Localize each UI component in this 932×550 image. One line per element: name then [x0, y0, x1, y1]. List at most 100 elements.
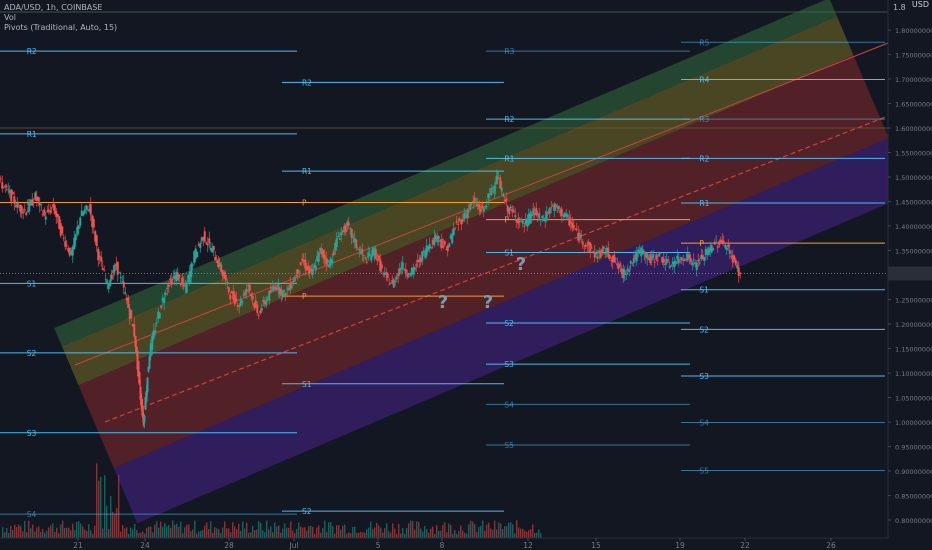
price-tick-label: 1.50000000	[895, 174, 932, 182]
volume-bar	[32, 524, 34, 538]
volume-bar	[416, 521, 418, 538]
candle-body	[586, 245, 589, 247]
candle-body	[470, 203, 473, 205]
volume-bar	[342, 525, 344, 538]
candle-body	[83, 209, 86, 214]
volume-indicator-label[interactable]: Vol	[4, 13, 117, 23]
volume-bar	[234, 526, 236, 538]
volume-bar	[280, 532, 282, 538]
candle-body	[538, 213, 541, 219]
candle-body	[5, 186, 8, 188]
volume-bar	[454, 529, 456, 538]
volume-bar	[38, 526, 40, 538]
volume-bar	[300, 526, 302, 538]
volume-bar	[252, 525, 254, 538]
candle-body	[155, 322, 158, 324]
candle-body	[49, 210, 52, 213]
volume-bar	[474, 524, 476, 538]
volume-bar	[294, 533, 296, 538]
candle-body	[698, 262, 701, 264]
candle-body	[664, 263, 667, 265]
volume-bar	[124, 528, 126, 538]
candle-body	[199, 243, 202, 249]
volume-bar	[412, 520, 414, 538]
pivots-indicator-label[interactable]: Pivots (Traditional, Auto, 15)	[4, 23, 117, 33]
candle-body	[508, 208, 511, 214]
candle-body	[283, 290, 286, 292]
candle-body	[625, 274, 628, 276]
price-tick-label: 1.60000000	[895, 125, 932, 133]
candle-body	[100, 256, 103, 262]
candle-body	[335, 238, 338, 247]
volume-bar	[318, 525, 320, 538]
volume-bar	[362, 532, 364, 538]
volume-bar	[510, 522, 512, 538]
candle-body	[388, 284, 391, 286]
volume-bar	[216, 528, 218, 538]
candle-body	[499, 177, 502, 189]
price-chart[interactable]: R2 R1 P S1 S2 S3 S4 R2 R1 P P S1 S2 R3 R2 R1 P S1 S2 S3 S4 S5…	[0, 0, 932, 550]
volume-bar	[496, 529, 498, 538]
volume-bar	[50, 525, 52, 538]
candle-body	[674, 261, 677, 264]
pivot-label-s2: S2	[504, 319, 514, 328]
price-tick-label: 1.55000000	[895, 150, 932, 158]
volume-bar	[10, 525, 12, 538]
volume-bar	[60, 524, 62, 538]
candle-body	[37, 196, 40, 202]
candle-body	[235, 297, 238, 302]
candle-body	[581, 241, 584, 245]
candle-body	[500, 187, 503, 192]
volume-bar	[52, 523, 54, 538]
candle-body	[178, 274, 181, 278]
volume-bar	[420, 528, 422, 538]
candle-body	[380, 264, 383, 269]
price-tick-label: 0.85000000	[895, 493, 932, 501]
volume-bar	[460, 525, 462, 538]
volume-bar	[376, 523, 378, 538]
candle-body	[608, 255, 611, 259]
volume-bar	[170, 527, 172, 538]
candle-body	[7, 189, 10, 191]
symbol-title[interactable]: ADA/USD, 1h, COINBASE	[4, 3, 117, 13]
volume-bar	[302, 527, 304, 538]
candle-body	[160, 305, 163, 309]
volume-bar	[288, 527, 290, 538]
volume-bar	[140, 532, 142, 538]
volume-bar	[6, 527, 8, 538]
volume-bar	[360, 531, 362, 538]
volume-bar	[54, 532, 56, 538]
volume-bar	[248, 532, 250, 538]
volume-bar	[142, 531, 144, 538]
volume-bar	[24, 520, 26, 538]
candle-body	[344, 225, 347, 233]
pivot-label-s4: S4	[27, 510, 37, 519]
candle-body	[595, 252, 598, 255]
volume-bar	[232, 522, 234, 538]
volume-bar	[78, 521, 80, 538]
volume-bar	[80, 523, 82, 538]
candle-body	[376, 258, 379, 261]
candle-body	[545, 211, 548, 221]
pivot-label-r5: R5	[699, 38, 709, 47]
volume-bar	[436, 525, 438, 538]
candle-body	[401, 262, 404, 270]
candle-body	[520, 218, 523, 221]
volume-bar	[130, 527, 132, 538]
volume-bar	[84, 529, 86, 538]
price-tick-label: 1.10000000	[895, 370, 932, 378]
time-tick-label: 24	[140, 541, 150, 550]
candle-body	[97, 248, 100, 261]
volume-bar	[8, 532, 10, 538]
volume-bar	[152, 532, 154, 538]
volume-bar	[484, 530, 486, 538]
volume-bar	[524, 530, 526, 538]
candle-body	[691, 262, 694, 265]
candle-body	[79, 217, 82, 226]
volume-bar	[114, 513, 116, 538]
candle-body	[413, 267, 416, 271]
candle-body	[523, 226, 526, 228]
candle-body	[25, 212, 28, 215]
volume-bar	[306, 530, 308, 538]
pivot-label-r1: R1	[504, 154, 514, 163]
